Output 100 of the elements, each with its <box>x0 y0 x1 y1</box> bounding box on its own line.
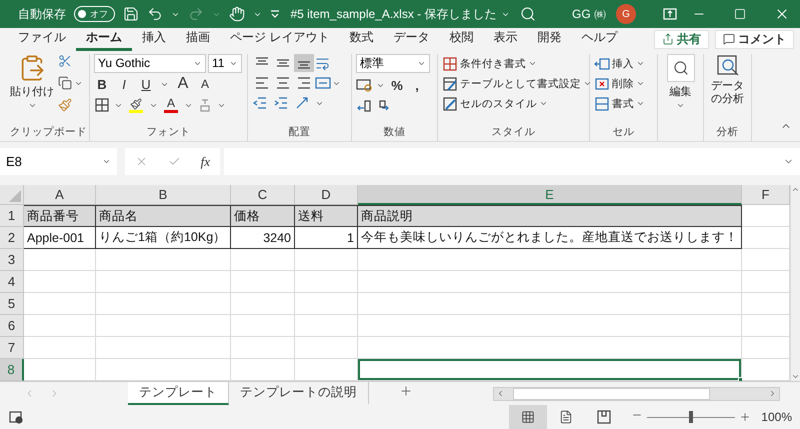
caret-icon[interactable] <box>528 59 537 68</box>
name-box[interactable]: E8 <box>0 148 117 175</box>
column-header[interactable]: E <box>358 185 742 205</box>
data-analysis-button[interactable]: データの分析 <box>708 54 747 106</box>
user-avatar[interactable]: G <box>616 4 636 24</box>
cells-menu-button[interactable]: 書式 <box>594 94 645 113</box>
decrease-indent-icon[interactable] <box>252 95 268 111</box>
column-header[interactable]: A <box>24 185 96 205</box>
caret-icon[interactable] <box>636 59 645 68</box>
caret-icon[interactable] <box>417 59 426 68</box>
row-header[interactable]: 5 <box>0 293 24 315</box>
ribbon-tab[interactable]: 挿入 <box>132 27 176 51</box>
underline-button[interactable]: U <box>138 76 154 92</box>
caret-icon[interactable] <box>636 79 645 88</box>
sheet-tab[interactable]: テンプレート <box>128 382 229 405</box>
touch-mode-icon[interactable] <box>229 6 245 22</box>
italic-button[interactable]: I <box>116 76 132 92</box>
caret-icon[interactable] <box>102 157 111 166</box>
column-header[interactable]: D <box>295 185 358 205</box>
format-painter-icon[interactable] <box>58 98 72 112</box>
number-symbol-button[interactable]: , <box>409 78 425 92</box>
fill-color-icon[interactable] <box>130 98 142 110</box>
ribbon-tab[interactable]: 表示 <box>483 27 528 51</box>
ribbon-tab[interactable]: ホーム <box>76 27 132 51</box>
column-header[interactable]: B <box>96 185 231 205</box>
font-size-field[interactable]: 11 <box>208 54 242 72</box>
caret-icon[interactable] <box>28 101 36 110</box>
scroll-down-icon[interactable] <box>791 372 800 381</box>
ribbon-tab[interactable]: 開発 <box>527 27 572 51</box>
cells-menu-button[interactable]: 削除 <box>594 74 645 93</box>
customize-toolbar-icon[interactable] <box>270 9 280 19</box>
ribbon-tab[interactable]: 数式 <box>339 27 384 51</box>
table-format-icon[interactable] <box>442 76 458 92</box>
new-sheet-icon[interactable] <box>399 384 413 398</box>
ribbon-tab[interactable]: ページ レイアウト <box>220 27 340 51</box>
scroll-left-icon[interactable] <box>496 389 505 398</box>
number-format-field[interactable]: 標準 <box>356 54 430 73</box>
search-icon[interactable] <box>520 6 536 22</box>
ribbon-tab[interactable]: ファイル <box>8 27 76 51</box>
conditional-format-icon[interactable] <box>442 56 458 72</box>
normal-view-icon[interactable] <box>521 410 536 424</box>
page-layout-icon[interactable] <box>559 410 574 424</box>
caret-icon[interactable] <box>583 79 592 88</box>
scroll-right-icon[interactable] <box>768 389 777 398</box>
text-orientation-icon[interactable] <box>294 95 310 111</box>
page-break-icon[interactable] <box>596 409 612 425</box>
style-menu-button[interactable]: セルのスタイル <box>442 94 548 113</box>
cell-style-icon[interactable] <box>442 96 458 112</box>
font-name-field[interactable]: Yu Gothic <box>94 54 206 72</box>
merge-cells-icon[interactable] <box>315 75 331 91</box>
borders-icon[interactable] <box>94 97 110 113</box>
scroll-up-icon[interactable] <box>791 185 800 194</box>
shrink-font-button[interactable]: A <box>197 77 213 91</box>
caret-icon[interactable] <box>636 99 645 108</box>
macro-record-icon[interactable] <box>8 409 24 425</box>
row-header[interactable]: 3 <box>0 249 24 271</box>
save-icon[interactable] <box>123 6 139 22</box>
maximize-icon[interactable] <box>734 8 746 20</box>
sheet-tab[interactable]: テンプレートの説明 <box>229 382 369 405</box>
undo-icon[interactable] <box>147 6 163 22</box>
bold-button[interactable]: B <box>94 76 110 92</box>
format-cells-icon[interactable] <box>594 96 610 112</box>
ribbon-tab[interactable]: ヘルプ <box>571 27 628 51</box>
ribbon-tab[interactable]: データ <box>383 27 440 51</box>
ribbon-display-icon[interactable] <box>662 6 678 22</box>
increase-indent-icon[interactable] <box>273 95 289 111</box>
share-button[interactable]: 共有 <box>654 30 709 48</box>
insert-function-button[interactable]: fx <box>200 154 210 170</box>
autosave-toggle[interactable]: オフ <box>74 6 115 22</box>
row-header[interactable]: 4 <box>0 271 24 293</box>
caret-icon[interactable] <box>676 101 685 110</box>
cut-icon[interactable] <box>58 54 72 68</box>
grow-font-button[interactable]: A <box>175 75 191 93</box>
wrap-text-icon[interactable] <box>315 56 330 70</box>
column-header[interactable]: F <box>742 185 790 205</box>
formula-input[interactable] <box>224 148 800 175</box>
ribbon-tab[interactable]: 校閲 <box>439 27 484 51</box>
zoom-in-icon[interactable] <box>739 411 752 423</box>
ribbon-tab[interactable]: 描画 <box>176 27 220 51</box>
view-button[interactable] <box>509 405 548 429</box>
row-header[interactable]: 1 <box>0 205 24 227</box>
paste-button[interactable]: 貼り付け <box>10 54 54 125</box>
column-header[interactable]: C <box>231 185 295 205</box>
font-color-button[interactable]: A <box>163 97 179 110</box>
caret-icon[interactable] <box>539 99 548 108</box>
row-header[interactable]: 7 <box>0 337 24 359</box>
insert-cells-icon[interactable] <box>594 56 610 72</box>
number-symbol-button[interactable]: % <box>389 78 405 92</box>
zoom-thumb[interactable] <box>689 411 694 423</box>
scrollbar-thumb[interactable] <box>513 388 710 400</box>
copy-icon[interactable] <box>58 76 72 90</box>
comment-button[interactable]: コメント <box>715 30 794 48</box>
row-header[interactable]: 2 <box>0 227 24 249</box>
row-header[interactable]: 8 <box>0 359 24 381</box>
style-menu-button[interactable]: 条件付き書式 <box>442 54 537 73</box>
delete-cells-icon[interactable] <box>594 76 610 92</box>
cells-menu-button[interactable]: 挿入 <box>594 54 645 73</box>
row-header[interactable]: 6 <box>0 315 24 337</box>
style-menu-button[interactable]: テーブルとして書式設定 <box>442 74 592 93</box>
editing-button[interactable]: 編集 <box>662 54 699 110</box>
